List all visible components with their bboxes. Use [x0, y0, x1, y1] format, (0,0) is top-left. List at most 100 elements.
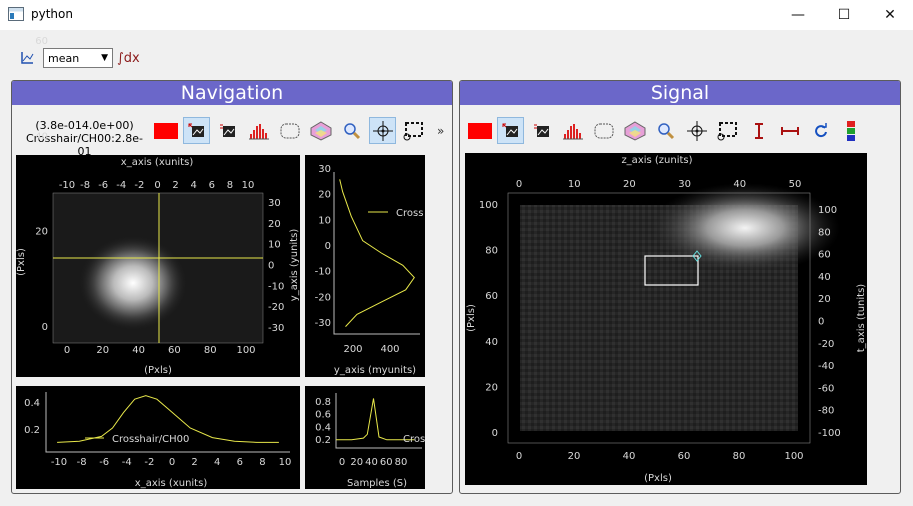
x-tick-label: 400 [380, 344, 399, 355]
legend-label: Cross [396, 208, 423, 219]
x-tick-label: 2 [191, 457, 197, 468]
x-tick-label: 30 [678, 179, 691, 190]
y-axis-label: (Pxls) [16, 248, 27, 276]
y-tick-label: -30 [315, 318, 331, 329]
y-tick-label: 40 [485, 337, 498, 348]
y-tick-label: 0.8 [315, 397, 331, 408]
x-axis-label: (Pxls) [144, 365, 172, 376]
x-tick-label: 60 [168, 345, 181, 356]
y-tick-label: 0.4 [315, 422, 331, 433]
y-tick-label: -40 [818, 361, 834, 372]
y-tick-label: -20 [315, 292, 331, 303]
x-tick-label: 0 [339, 457, 345, 468]
x-tick-label: -2 [134, 180, 144, 191]
y-tick-label: 0.4 [24, 398, 40, 409]
x-tick-label: 20 [96, 345, 109, 356]
signal-image-plot[interactable]: z_axis (zunits) 0 10 20 30 40 50 100 80 60 40 20 0 (P… [465, 153, 867, 485]
x-axis-label: x_axis (xunits) [135, 478, 208, 489]
x-tick-label: 100 [236, 345, 255, 356]
y-tick-label: 30 [318, 164, 331, 175]
y-tick-label: 60 [35, 36, 48, 47]
y-tick-label: -30 [268, 323, 284, 334]
y-tick-label: -10 [268, 281, 284, 292]
y-tick-label: 40 [35, 131, 48, 142]
vertical-profile-plot[interactable]: 30 20 10 0 -10 -20 -30 200 400 y_axis (yunits) y_a… [289, 155, 425, 377]
x-tick-label: 4 [214, 457, 220, 468]
x-tick-label: 20 [350, 457, 363, 468]
x-tick-label: -2 [144, 457, 154, 468]
x-tick-label: 60 [380, 457, 393, 468]
y-tick-label: 0 [492, 428, 498, 439]
y-tick-label: 60 [485, 291, 498, 302]
y-tick-label: 30 [268, 198, 281, 209]
y-tick-label: -20 [818, 339, 834, 350]
x-tick-label: 20 [568, 451, 581, 462]
x-tick-label: 20 [623, 179, 636, 190]
x-tick-label: 80 [733, 451, 746, 462]
y-tick-label: 0.2 [24, 425, 40, 436]
x-tick-label: 0 [154, 180, 160, 191]
y-tick-label: 40 [818, 272, 831, 283]
y-axis-label: (Pxls) [466, 304, 477, 332]
y-tick-label: 80 [485, 246, 498, 257]
y-tick-label: 20 [485, 382, 498, 393]
x-tick-label: 10 [279, 457, 292, 468]
y-tick-label: 20 [268, 219, 281, 230]
x-tick-label: 10 [242, 180, 255, 191]
x-tick-label: 80 [395, 457, 408, 468]
navigation-image-plot[interactable]: x_axis (xunits)-10 -8 -6 -4 -2 0 2 4 6 8 106040200… [16, 36, 300, 377]
z-axis-label: z_axis (zunits) [621, 155, 692, 166]
x-tick-label: 100 [784, 451, 803, 462]
y-tick-label: 100 [479, 200, 498, 211]
x-tick-label: 8 [259, 457, 265, 468]
x-tick-label: -10 [51, 457, 67, 468]
legend-label: Cros [403, 434, 425, 445]
x-tick-label: 60 [678, 451, 691, 462]
x-axis-label: y_axis (myunits) [334, 365, 416, 376]
legend-label: Crosshair/CH00 [112, 434, 189, 445]
x-tick-label: -6 [98, 180, 108, 191]
y-tick-label: -20 [268, 302, 284, 313]
time-trace-plot[interactable]: 0.8 0.60.4 0.2 0 20 40 60 80 Samples (S) Cros [305, 386, 425, 489]
x-tick-label: -4 [122, 457, 132, 468]
x-tick-label: 0 [64, 345, 70, 356]
x-tick-label: 40 [132, 345, 145, 356]
x-tick-label: 8 [227, 180, 233, 191]
x-tick-label: 2 [172, 180, 178, 191]
x-tick-label: 80 [204, 345, 217, 356]
y-tick-label: 0.6 [315, 410, 331, 421]
y-tick-label: 20 [818, 294, 831, 305]
x-tick-label: 0 [516, 451, 522, 462]
x-tick-label: 6 [209, 180, 215, 191]
x-tick-label: 4 [191, 180, 197, 191]
x-tick-label: -8 [77, 457, 87, 468]
y-tick-label: 10 [318, 215, 331, 226]
y-tick-label: 80 [818, 227, 831, 238]
x-tick-label: -4 [116, 180, 126, 191]
y-tick-label: 0.2 [315, 435, 331, 446]
x-tick-label: 40 [623, 451, 636, 462]
plots-layer: x_axis (xunits)-10 -8 -6 -4 -2 0 2 4 6 8 106040200… [16, 36, 867, 489]
x-tick-label: 0 [169, 457, 175, 468]
y-tick-label: -100 [818, 428, 841, 439]
x-axis-label: x_axis (xunits) [121, 157, 194, 168]
x-tick-label: 200 [343, 344, 362, 355]
y-tick-label: -60 [818, 383, 834, 394]
x-tick-label: 50 [789, 179, 802, 190]
y-tick-label: 0 [818, 317, 824, 328]
y-tick-label: 100 [818, 205, 837, 216]
x-axis-label: (Pxls) [644, 473, 672, 484]
y-tick-label: -80 [818, 406, 834, 417]
x-tick-label: 0 [516, 179, 522, 190]
y-tick-label: 20 [318, 190, 331, 201]
t-axis-label: t_axis (tunits) [856, 284, 867, 353]
y-tick-label: 20 [35, 227, 48, 238]
x-axis-label: Samples (S) [347, 478, 407, 489]
x-tick-label: 40 [733, 179, 746, 190]
x-tick-label: 6 [237, 457, 243, 468]
y-tick-label: 0 [268, 261, 274, 272]
y-tick-label: -10 [315, 267, 331, 278]
x-tick-label: -6 [99, 457, 109, 468]
x-tick-label: 10 [568, 179, 581, 190]
horizontal-profile-plot[interactable]: 0.4 0.2 -10 -8 -6 -4 -2 0 2 4 6 8 10 x_axis (xunits) C… [16, 386, 300, 489]
